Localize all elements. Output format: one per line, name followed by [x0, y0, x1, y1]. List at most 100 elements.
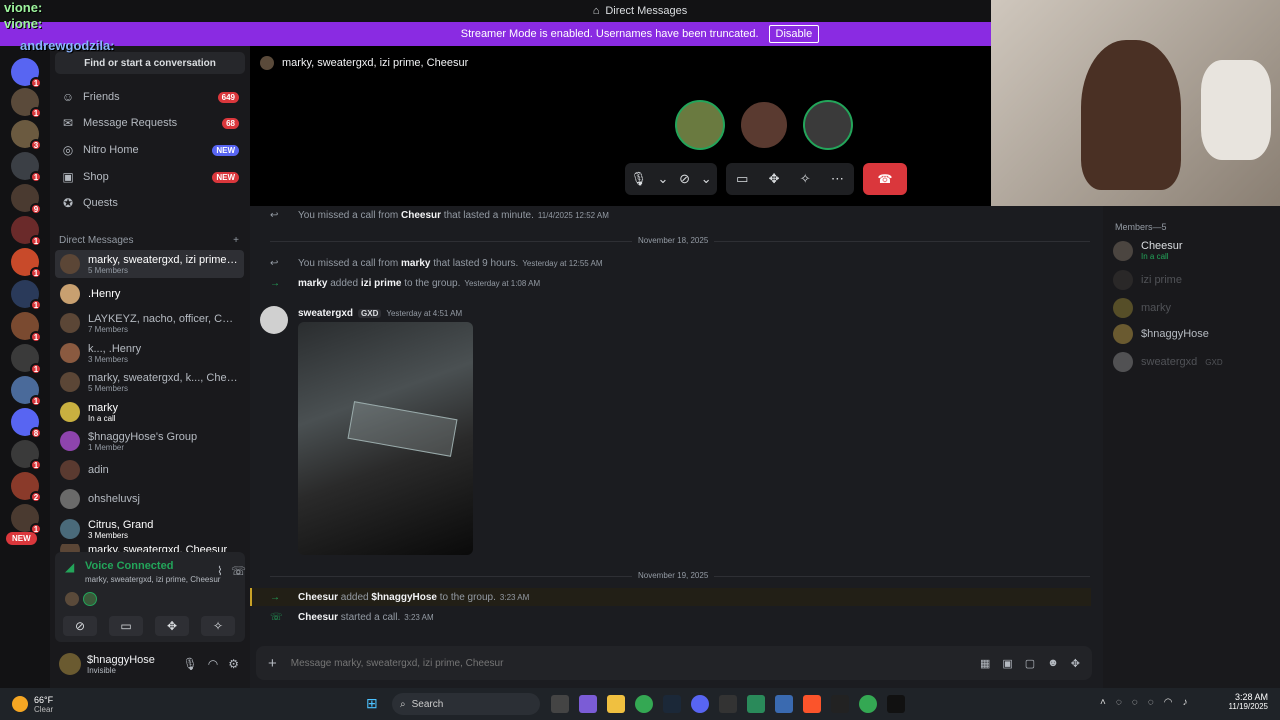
- call-participant[interactable]: [675, 100, 725, 150]
- dm-item[interactable]: adin: [55, 456, 244, 484]
- server-icon[interactable]: 1: [11, 248, 42, 279]
- gift-icon[interactable]: ▦: [980, 657, 990, 670]
- app-icon[interactable]: [719, 695, 737, 713]
- camera-off-icon[interactable]: ⊘: [679, 171, 690, 187]
- server-icon[interactable]: 1: [11, 376, 42, 407]
- microphone-icon[interactable]: 🎙: [183, 657, 198, 671]
- chrome-icon[interactable]: [635, 695, 653, 713]
- dm-item[interactable]: $hnaggyHose's Group 1 Member: [55, 427, 244, 455]
- image-attachment[interactable]: [298, 322, 473, 555]
- hangup-button[interactable]: ☎: [863, 163, 907, 195]
- dm-item[interactable]: k..., .Henry 3 Members: [55, 339, 244, 367]
- new-pill[interactable]: NEW: [6, 532, 37, 545]
- nav-nitro-home[interactable]: ◎ Nitro Home NEW: [55, 138, 245, 162]
- member-item[interactable]: Cheesur In a call: [1113, 240, 1183, 261]
- username[interactable]: marky: [298, 278, 327, 289]
- tray-icon[interactable]: ◌: [1116, 697, 1122, 708]
- discord-icon[interactable]: [691, 695, 709, 713]
- copilot-icon[interactable]: [579, 695, 597, 713]
- dm-item[interactable]: marky In a call: [55, 398, 244, 426]
- voice-channel[interactable]: marky, sweatergxd, izi prime, Cheesur: [85, 575, 220, 584]
- dm-item[interactable]: marky, sweatergxd, k..., Chees... 5 Membe…: [55, 368, 244, 396]
- call-participant[interactable]: [739, 100, 789, 150]
- more-icon[interactable]: ⋯: [831, 171, 844, 187]
- post-author[interactable]: sweatergxd: [298, 308, 353, 319]
- nav-quests[interactable]: ✪ Quests: [55, 191, 245, 215]
- server-icon[interactable]: 9: [11, 184, 42, 215]
- avatar[interactable]: [260, 306, 288, 334]
- soundboard-icon[interactable]: ✧: [800, 171, 811, 187]
- weather-widget[interactable]: 66°F Clear: [12, 695, 53, 714]
- dm-item[interactable]: LAYKEYZ, nacho, officer, CEO... 7 Members: [55, 309, 244, 337]
- plus-icon[interactable]: +: [268, 655, 277, 672]
- gif-icon[interactable]: ▣: [1002, 657, 1012, 670]
- disconnect-icon[interactable]: ☏: [231, 564, 246, 578]
- noise-suppression-icon[interactable]: ⌇: [217, 564, 223, 578]
- server-icon[interactable]: 1: [11, 344, 42, 375]
- headphones-icon[interactable]: ◠: [208, 657, 218, 671]
- tray-icon[interactable]: ◌: [1132, 697, 1138, 708]
- disable-button[interactable]: Disable: [768, 25, 820, 43]
- file-explorer-icon[interactable]: [607, 695, 625, 713]
- steam-icon[interactable]: [663, 695, 681, 713]
- server-icon[interactable]: 1: [11, 280, 42, 311]
- brave-icon[interactable]: [803, 695, 821, 713]
- server-icon[interactable]: 1: [11, 152, 42, 183]
- emoji-icon[interactable]: ☻: [1047, 657, 1059, 670]
- server-icon[interactable]: 1: [11, 216, 42, 247]
- server-icon[interactable]: 1: [11, 88, 42, 119]
- home-icon[interactable]: 1: [11, 58, 42, 89]
- nav-friends[interactable]: ☺ Friends 649: [55, 85, 245, 109]
- call-participant[interactable]: [803, 100, 853, 150]
- username[interactable]: $hnaggyHose: [371, 592, 437, 603]
- username[interactable]: Cheesur: [298, 592, 338, 603]
- dm-item[interactable]: marky, sweatergxd, izi prime, ... 5 Membe…: [55, 250, 244, 278]
- nav-shop[interactable]: ▣ Shop NEW: [55, 165, 245, 189]
- server-icon[interactable]: 8: [11, 408, 42, 439]
- message-input[interactable]: [290, 657, 980, 669]
- chrome-icon[interactable]: [859, 695, 877, 713]
- username[interactable]: Cheesur: [401, 210, 441, 221]
- taskbar-search[interactable]: ⌕ Search: [392, 693, 540, 715]
- gear-icon[interactable]: ⚙: [228, 657, 239, 671]
- nav-message-requests[interactable]: ✉ Message Requests 68: [55, 111, 245, 135]
- member-item[interactable]: sweatergxd GXD: [1113, 352, 1223, 372]
- username[interactable]: marky: [401, 258, 430, 269]
- chevron-up-icon[interactable]: ˄: [1100, 697, 1106, 708]
- avatar[interactable]: [59, 653, 81, 675]
- activities-button[interactable]: ✥: [155, 616, 189, 636]
- tray-icon[interactable]: ◌: [1148, 697, 1154, 708]
- screen-share-icon[interactable]: ▭: [736, 171, 748, 187]
- server-icon[interactable]: 1: [11, 504, 42, 535]
- find-conversation-button[interactable]: Find or start a conversation: [55, 52, 245, 74]
- screen-share-button[interactable]: ▭: [109, 616, 143, 636]
- server-icon[interactable]: 1: [11, 440, 42, 471]
- windows-start-icon[interactable]: ⊞: [366, 695, 384, 713]
- server-icon[interactable]: 3: [11, 120, 42, 151]
- clock[interactable]: 3:28 AM 11/19/2025: [1218, 692, 1268, 711]
- app-icon[interactable]: [831, 695, 849, 713]
- volume-icon[interactable]: ♪: [1182, 697, 1187, 708]
- activities-icon[interactable]: ✥: [769, 171, 780, 187]
- mic-control[interactable]: 🎙 ⌄ ⊘ ⌄: [625, 163, 717, 195]
- microphone-icon[interactable]: 🎙: [630, 171, 647, 187]
- soundboard-button[interactable]: ✧: [201, 616, 235, 636]
- chevron-down-icon[interactable]: ⌄: [658, 171, 669, 187]
- powershell-icon[interactable]: [775, 695, 793, 713]
- wifi-icon[interactable]: ◠: [1164, 697, 1173, 708]
- server-icon[interactable]: 2: [11, 472, 42, 503]
- member-item[interactable]: $hnaggyHose: [1113, 324, 1209, 344]
- username[interactable]: Cheesur: [298, 612, 338, 623]
- dm-item[interactable]: .Henry: [55, 280, 244, 308]
- app-icon[interactable]: [747, 695, 765, 713]
- dm-item[interactable]: ohsheluvsj: [55, 485, 244, 513]
- camera-off-button[interactable]: ⊘: [63, 616, 97, 636]
- member-item[interactable]: izi prime: [1113, 270, 1182, 290]
- add-dm-button[interactable]: +: [233, 235, 239, 246]
- app-icon[interactable]: [887, 695, 905, 713]
- task-view-icon[interactable]: [551, 695, 569, 713]
- server-icon[interactable]: 1: [11, 312, 42, 343]
- username[interactable]: izi prime: [361, 278, 402, 289]
- apps-icon[interactable]: ✥: [1071, 657, 1080, 670]
- dm-item[interactable]: Citrus, Grand 3 Members: [55, 515, 244, 543]
